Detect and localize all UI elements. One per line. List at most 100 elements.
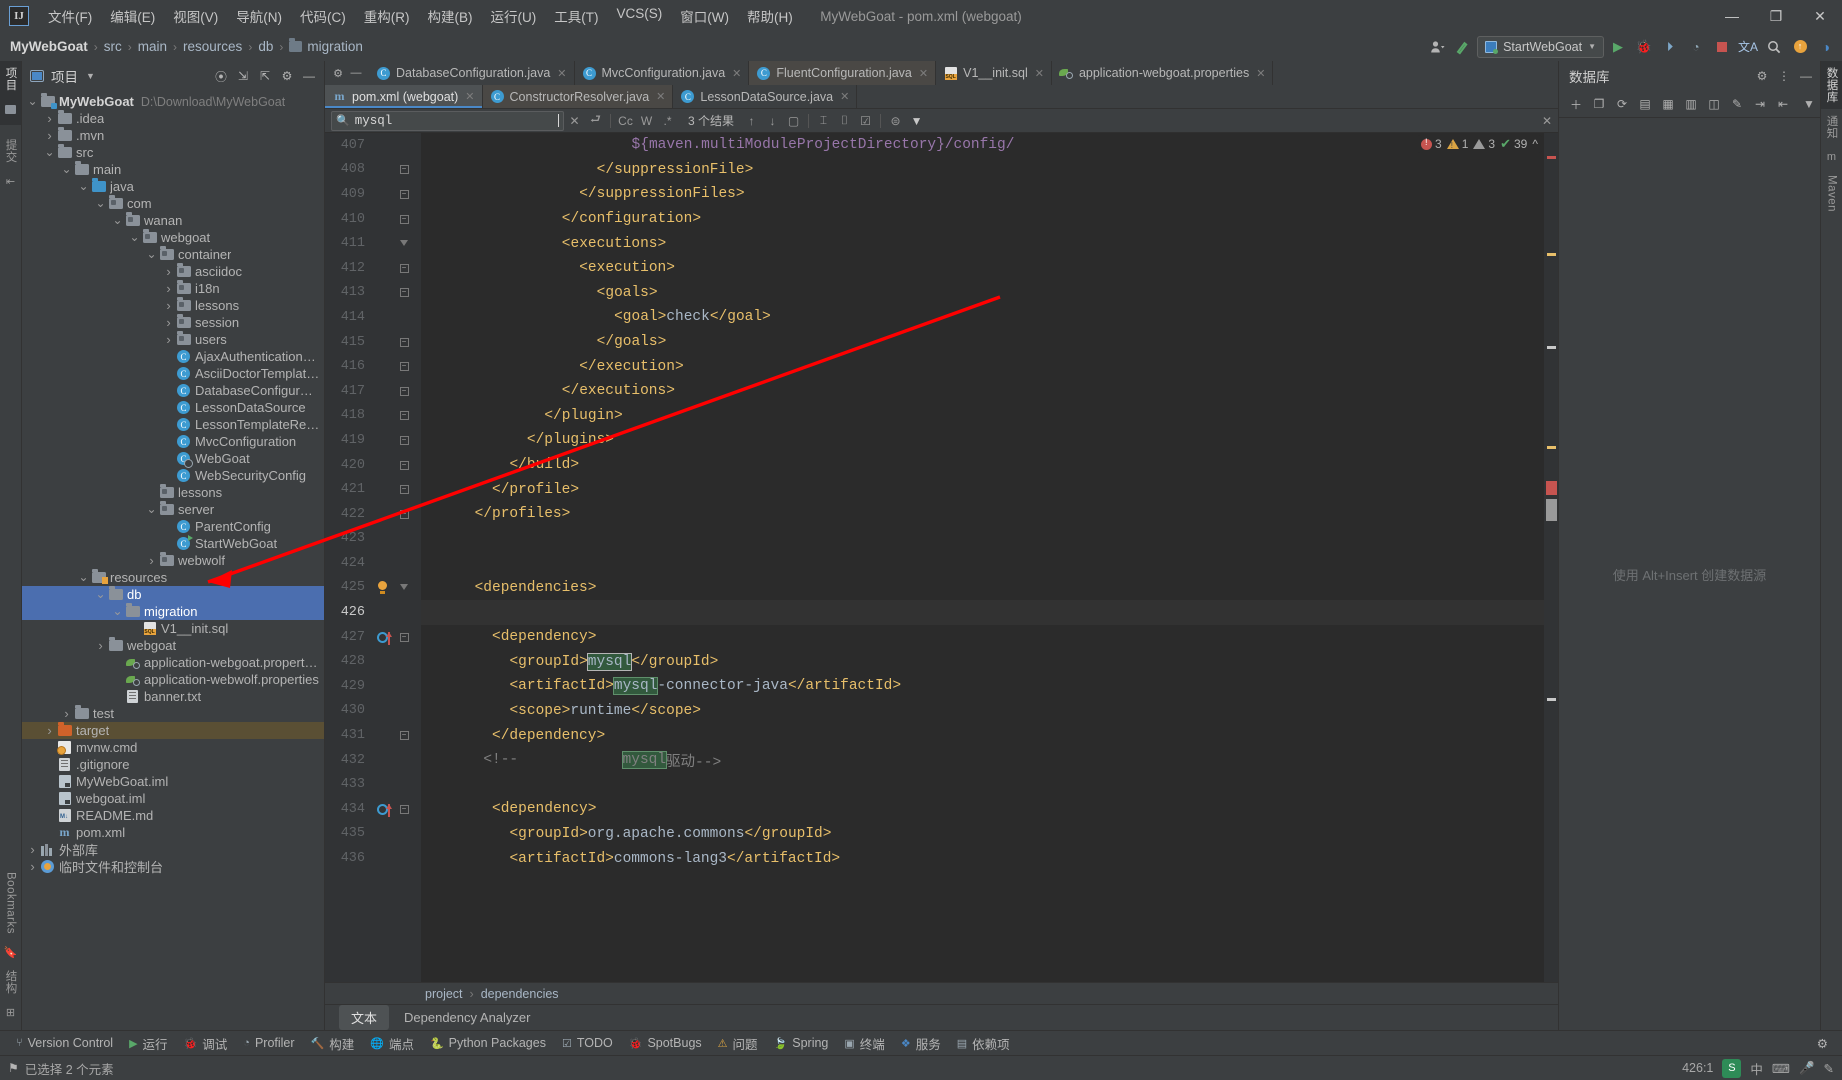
chevron-down-icon[interactable]: ⌄ [43,146,56,158]
tree-node-session[interactable]: › session [22,314,324,331]
folder-icon[interactable] [4,102,18,116]
match-case-toggle[interactable]: Cc [615,110,636,131]
tree-node-java[interactable]: ⌄ java [22,178,324,195]
tree-node-container[interactable]: ⌄ container [22,246,324,263]
chevron-down-icon[interactable]: ⌄ [145,248,158,260]
tool-window-commit[interactable]: 提交 [3,133,19,169]
fold-minus-icon[interactable]: − [393,288,415,298]
tree-node-.gitignore[interactable]: · .gitignore [22,756,324,773]
editor-tab-MvcConfiguration.java[interactable]: C MvcConfiguration.java ✕ [575,61,750,85]
error-stripe-gutter[interactable] [1544,133,1558,982]
stop-button[interactable] [1710,35,1734,59]
code-line-416[interactable]: </execution> [421,354,1558,379]
filter-icon[interactable]: ▼ [906,110,927,131]
menu-item-11[interactable]: 帮助(H) [738,2,802,30]
tool-window-structure[interactable]: 结构 [3,964,19,1000]
hide-panel-icon[interactable]: — [298,65,320,87]
menu-item-4[interactable]: 代码(C) [291,2,355,30]
chevron-right-icon[interactable]: › [26,859,39,874]
toggle-selection-icon[interactable]: ☑ [855,110,876,131]
bottom-tab-[interactable]: ▣ 终端 [836,1032,892,1055]
duplicate-icon[interactable]: ❐ [1588,93,1610,115]
close-tab-icon[interactable]: ✕ [1256,67,1265,80]
code-line-407[interactable]: ${maven.multiModuleProjectDirectory}/con… [421,133,1558,158]
bottom-tab-[interactable]: 🔨 构建 [303,1032,363,1055]
chevron-down-icon[interactable]: ⌄ [111,214,124,226]
code-line-431[interactable]: </dependency> [421,723,1558,748]
bottom-settings-icon[interactable]: ⚙ [1809,1034,1836,1053]
breadcrumb-item-resources[interactable]: resources [183,39,242,54]
menu-item-8[interactable]: 工具(T) [545,2,607,30]
tree-node-migration[interactable]: ⌄ migration [22,603,324,620]
chevron-down-icon[interactable]: ⌄ [94,197,107,209]
chevron-down-icon[interactable]: ⌄ [77,180,90,192]
code-line-436[interactable]: <artifactId> commons-lang3 </artifactId> [421,846,1558,871]
tree-node-i18n[interactable]: › i18n [22,280,324,297]
close-tab-icon[interactable]: ✕ [732,67,741,80]
fold-minus-icon[interactable]: − [393,460,415,470]
editor-tab-LessonDataSource.java[interactable]: C LessonDataSource.java ✕ [673,85,858,108]
editor-tab-ConstructorResolver.java[interactable]: C ConstructorResolver.java ✕ [482,85,674,108]
menu-item-6[interactable]: 构建(B) [419,2,482,30]
maximize-button[interactable]: ❐ [1754,0,1798,32]
close-tab-icon[interactable]: ✕ [1035,67,1044,80]
pull-requests-icon[interactable]: ⇤ [4,174,18,188]
fold-minus-icon[interactable]: − [393,485,415,495]
tree-node-README.md[interactable]: ·M↓README.md [22,807,324,824]
bottom-tab-[interactable]: 🐞 调试 [176,1032,236,1055]
editor-gutter[interactable]: 407 408−409−410−411 412−413−414 415−416−417… [325,133,421,982]
ime-language-indicator[interactable]: 中 [1750,1059,1763,1078]
close-find-bar-icon[interactable]: ✕ [1542,114,1552,128]
bottom-tab-[interactable]: ▤ 依赖项 [949,1032,1018,1055]
fold-minus-icon[interactable]: − [393,411,415,421]
tree-node-target[interactable]: › target [22,722,324,739]
tree-node-MyWebGoat.iml[interactable]: · MyWebGoat.iml [22,773,324,790]
code-line-411[interactable]: <executions> [421,231,1558,256]
inspections-chevron-icon[interactable]: ^ [1532,137,1538,151]
chevron-right-icon[interactable]: › [145,553,158,568]
tree-node-LessonDataSource[interactable]: ·CLessonDataSource [22,399,324,416]
chevron-down-icon[interactable]: ⌄ [145,503,158,515]
run-query-icon[interactable]: ▦ [1657,93,1679,115]
close-button[interactable]: ✕ [1798,0,1842,32]
remove-line-icon[interactable]: ⌷ [834,110,855,131]
caret-position[interactable]: 426:1 [1682,1061,1713,1075]
ime-keyboard-icon[interactable]: ⌨ [1772,1061,1790,1076]
code-line-429[interactable]: <artifactId> mysql -connector-java </artifa… [421,674,1558,699]
code-line-410[interactable]: </configuration> [421,207,1558,232]
tree-node-application-webwolf.properties[interactable]: · application-webwolf.properties [22,671,324,688]
code-line-423[interactable] [421,527,1558,552]
chevron-down-icon[interactable]: ▼ [86,71,95,81]
code-line-430[interactable]: <scope> runtime </scope> [421,699,1558,724]
chevron-right-icon[interactable]: › [162,298,175,313]
debug-button[interactable]: 🐞 [1632,35,1656,59]
stripe-scrollbar-thumb[interactable] [1546,499,1557,521]
breadcrumb-item-main[interactable]: main [138,39,167,54]
tree-node-[interactable]: › 外部库 [22,841,324,858]
fold-minus-icon[interactable]: − [393,263,415,273]
breadcrumb-item-db[interactable]: db [258,39,273,54]
fold-minus-icon[interactable]: − [393,362,415,372]
fold-minus-icon[interactable]: − [393,189,415,199]
search-history-icon[interactable]: ⮐ [585,110,606,131]
menu-item-3[interactable]: 导航(N) [227,2,291,30]
expand-all-icon[interactable]: ⇲ [232,65,254,87]
chevron-right-icon[interactable]: › [94,638,107,653]
maven-icon[interactable]: m [1825,150,1839,164]
chevron-down-icon[interactable]: ⌄ [60,163,73,175]
tool-window-notifications[interactable]: 通知 [1824,109,1840,145]
search-everywhere-icon[interactable] [1762,35,1786,59]
run-configuration-selector[interactable]: StartWebGoat ▼ [1477,35,1604,58]
code-line-434[interactable]: <dependency> [421,797,1558,822]
tree-node-WebSecurityConfig[interactable]: ·CWebSecurityConfig [22,467,324,484]
tree-node-server[interactable]: ⌄ server [22,501,324,518]
tree-node-main[interactable]: ⌄ main [22,161,324,178]
tree-node-com[interactable]: ⌄ com [22,195,324,212]
tree-node-V1__init.sql[interactable]: ·SQLV1__init.sql [22,620,324,637]
code-area[interactable]: ${maven.multiModuleProjectDirectory}/con… [421,133,1558,982]
editor-tab-application-webgoat.properties[interactable]: application-webgoat.properties ✕ [1052,61,1274,85]
tool-window-bookmarks[interactable]: Bookmarks [5,866,17,940]
translate-icon[interactable]: 文A [1736,35,1760,59]
menu-item-0[interactable]: 文件(F) [39,2,101,30]
code-line-433[interactable] [421,772,1558,797]
